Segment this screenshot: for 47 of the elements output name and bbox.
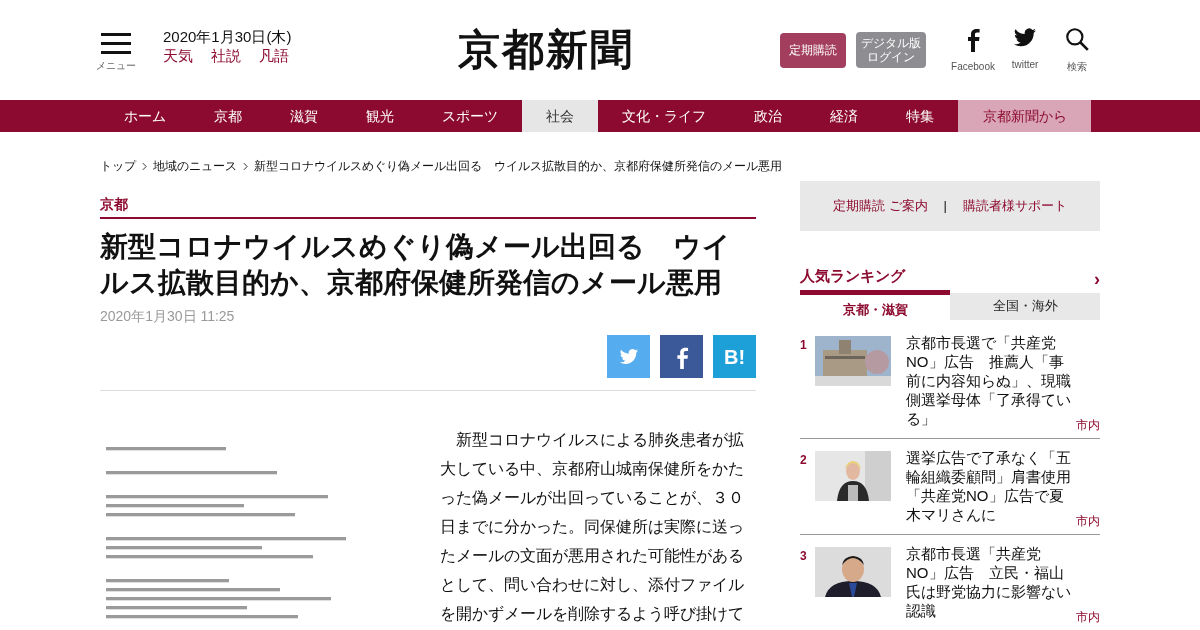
- search-button[interactable]: 検索: [1054, 26, 1100, 74]
- breadcrumb-link[interactable]: 新型コロナウイルスめぐり偽メール出回る ウイルス拡散目的か、京都府保健所発信のメール悪用: [254, 157, 782, 175]
- header-link[interactable]: 天気: [163, 46, 193, 66]
- nav-tab[interactable]: ホーム: [100, 100, 190, 132]
- support-link[interactable]: 購読者様サポート: [963, 196, 1067, 216]
- nav-tab[interactable]: スポーツ: [418, 100, 522, 132]
- chevron-icon: [243, 162, 248, 170]
- breadcrumb-link[interactable]: トップ: [100, 157, 136, 175]
- nav-tab[interactable]: 社会: [522, 100, 598, 132]
- menu-icon: [101, 33, 131, 55]
- nav-tab[interactable]: 政治: [730, 100, 806, 132]
- nav-tab[interactable]: 観光: [342, 100, 418, 132]
- nav-tab[interactable]: 京都: [190, 100, 266, 132]
- tag-label: 市内: [1076, 608, 1100, 626]
- header-link[interactable]: 社説: [211, 46, 241, 66]
- ranking-tab[interactable]: 全国・海外: [950, 292, 1100, 320]
- search-icon: [1064, 26, 1090, 52]
- subscription-link[interactable]: 定期購読 ご案内: [833, 196, 928, 216]
- twitter-link[interactable]: twitter: [1002, 26, 1048, 74]
- breadcrumb-link[interactable]: 地域のニュース: [153, 157, 237, 175]
- tag-label: 市内: [1076, 512, 1100, 530]
- ranking-article-link[interactable]: 選挙広告で了承なく「五輪組織委顧問」肩書使用「共産党NO」広告で夏木マリさんに: [906, 447, 1076, 524]
- current-date: 2020年1月30日(木): [163, 28, 292, 46]
- subscribe-button[interactable]: 定期購読: [780, 32, 846, 68]
- rank-number: 1: [800, 336, 808, 354]
- article-body: 新型コロナウイルスによる肺炎患者が拡大している中、京都府山城南保健所をかたった偽メールが出回っていることが、３０日までに分かった。同保健所は実際に送ったメールの文面が悪用された可能性があるとして、問い合わせに対し、添付ファイルを開かずメールを削除するよう呼び掛けて: [440, 430, 745, 624]
- rank-number: 3: [800, 547, 808, 565]
- category-label: 京都: [100, 196, 128, 212]
- nav-tab[interactable]: 文化・ライフ: [598, 100, 730, 132]
- article-title: 新型コロナウイルスめぐり偽メール出回る ウイルス拡散目的か、京都府保健所発信のメール悪用: [100, 230, 732, 300]
- chevron-icon: [142, 162, 147, 170]
- more-link[interactable]: ›: [1094, 269, 1100, 288]
- ranking-article-link[interactable]: 京都市長選で「共産党NO」広告 推薦人「事前に内容知らぬ」、現職側選挙母体「了承得ている」: [906, 332, 1076, 428]
- ranking-heading: 人気ランキング: [800, 266, 905, 286]
- facebook-link[interactable]: Facebook: [950, 26, 996, 74]
- nav-tab[interactable]: 滋賀: [266, 100, 342, 132]
- nav-tab[interactable]: 京都新聞から: [958, 100, 1091, 132]
- ranking-article-link[interactable]: 京都市長選「共産党NO」広告 立民・福山氏は野党協力に影響ない認識: [906, 543, 1076, 620]
- tag-label: 市内: [1076, 416, 1100, 434]
- rank-number: 2: [800, 451, 808, 469]
- nav-tab[interactable]: 特集: [882, 100, 958, 132]
- header-link[interactable]: 凡語: [259, 46, 289, 66]
- article-timestamp: 2020年1月30日 11:25: [100, 307, 236, 326]
- site-logo[interactable]: 京都新聞: [457, 29, 634, 71]
- nav-tab[interactable]: 経済: [806, 100, 882, 132]
- separator-text: |: [943, 197, 947, 216]
- share-facebook-button[interactable]: [660, 335, 703, 378]
